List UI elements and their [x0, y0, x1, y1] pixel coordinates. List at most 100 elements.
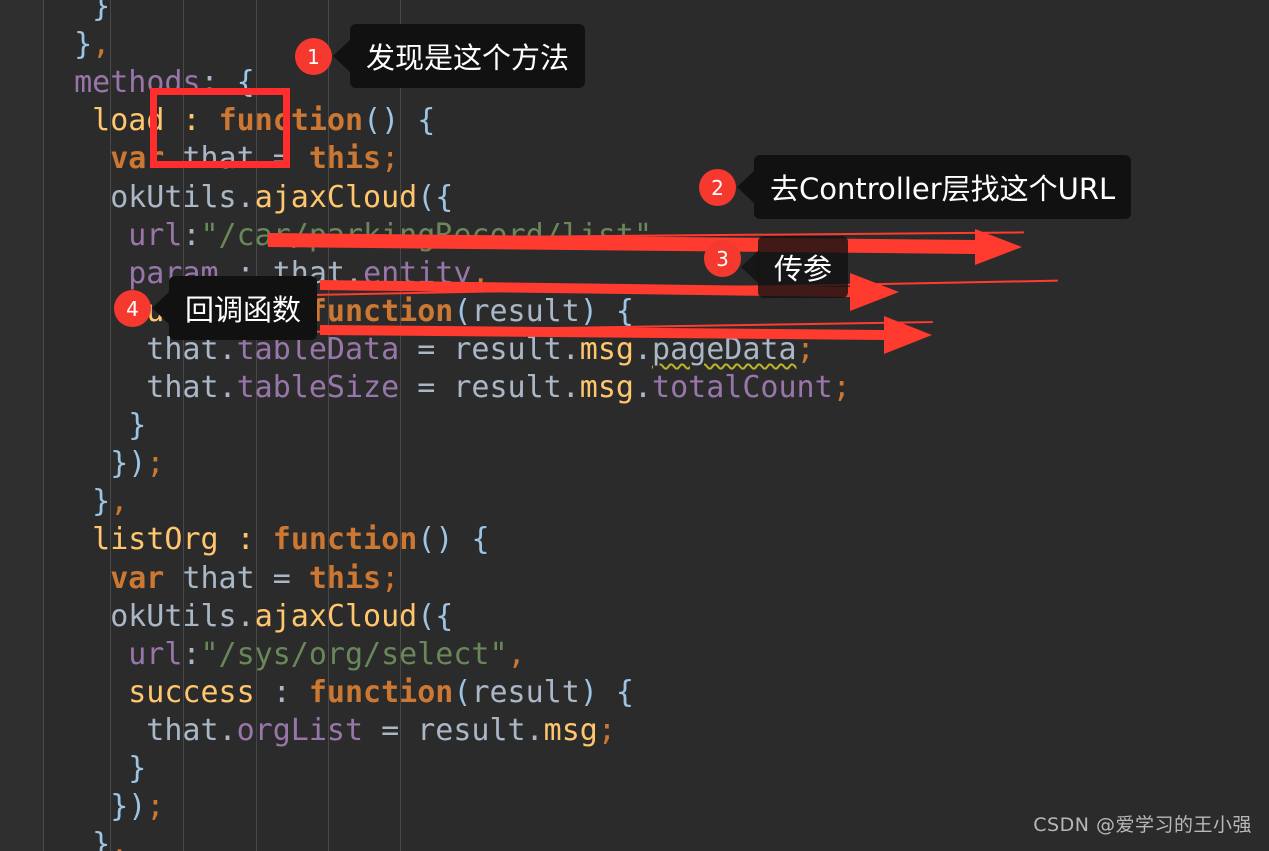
code-line: }, [0, 483, 1269, 521]
code-token: ; [597, 712, 616, 748]
code-token: function [218, 103, 364, 139]
code-editor-content[interactable]: }}, methods: {load : function() {var that… [0, 0, 1269, 851]
code-token: tableData [236, 331, 400, 367]
code-token: okUtils [110, 179, 237, 215]
code-token: : [200, 65, 237, 101]
code-token: , [110, 484, 129, 520]
code-line: url:"/car/parkingRecord/list", [0, 217, 1269, 255]
code-token: { [236, 65, 255, 101]
code-token: } [92, 0, 111, 24]
code-line: that.tableSize = result.msg.totalCount; [0, 369, 1269, 407]
code-token: result [471, 293, 580, 329]
code-token: = [254, 141, 309, 177]
code-token: result [453, 370, 562, 405]
code-line: that.tableData = result.msg.pageData; [0, 331, 1269, 369]
code-token: , [652, 217, 671, 253]
code-token: . [218, 331, 237, 367]
code-token: msg [579, 331, 634, 367]
code-token: that [272, 255, 345, 291]
code-token: that [146, 331, 219, 367]
code-token: ; [832, 370, 851, 405]
code-token: var [110, 560, 165, 596]
code-line: }); [0, 445, 1269, 483]
code-token: ; [796, 331, 815, 367]
code-line: url:"/sys/org/select", [0, 636, 1269, 674]
code-token: tableSize [236, 370, 400, 405]
code-token: = [399, 331, 454, 367]
code-line: success : function(result) { [0, 293, 1269, 331]
code-token: url [128, 217, 183, 253]
code-token: } [128, 408, 147, 444]
code-token: ) { [579, 674, 634, 710]
code-token: that [146, 370, 219, 405]
code-token: () { [363, 103, 436, 139]
code-token: ({ [417, 598, 454, 634]
code-line: load : function() { [0, 102, 1269, 140]
code-token: , [92, 27, 111, 63]
code-token: msg [543, 712, 598, 748]
code-token: . [218, 370, 237, 405]
code-token: }) [110, 446, 147, 482]
code-token: totalCount [652, 370, 833, 405]
screenshot-root: }}, methods: {load : function() {var that… [0, 0, 1269, 851]
code-token: . [236, 598, 255, 634]
code-token: this [308, 560, 382, 596]
code-token: ajaxCloud [254, 598, 418, 634]
code-token: : [182, 217, 201, 253]
code-token: } [92, 484, 111, 520]
code-token: } [74, 27, 93, 63]
code-token: . [561, 331, 580, 367]
code-token: result [471, 674, 580, 710]
code-line: that.orgList = result.msg; [0, 712, 1269, 750]
code-token: . [633, 331, 653, 367]
code-token: okUtils [110, 598, 237, 634]
code-token: , [471, 255, 490, 291]
code-line: listOrg : function() { [0, 521, 1269, 559]
code-token: : [218, 255, 273, 291]
code-token: . [236, 179, 255, 215]
code-token: this [308, 141, 382, 177]
code-token: : [254, 674, 309, 710]
code-token: var [110, 141, 165, 177]
code-token: () { [417, 522, 490, 558]
code-token: ajaxCloud [254, 179, 418, 215]
code-token: ; [381, 560, 400, 596]
code-token: orgList [236, 712, 364, 748]
code-token: = [399, 370, 454, 405]
code-token: "/car/parkingRecord/list" [200, 217, 653, 253]
code-line: } [0, 0, 1269, 26]
code-token: function [308, 293, 454, 329]
code-token: listOrg : [92, 522, 273, 558]
code-token: ( [453, 674, 472, 710]
code-line: okUtils.ajaxCloud({ [0, 598, 1269, 636]
code-token: success [128, 674, 255, 710]
code-token: . [633, 370, 653, 405]
code-line: } [0, 407, 1269, 445]
code-token: methods [74, 65, 201, 101]
code-token: ({ [417, 179, 454, 215]
code-line: var that = this; [0, 140, 1269, 178]
code-token: result [417, 712, 526, 748]
code-token: that [182, 560, 255, 596]
code-token: url [128, 636, 183, 672]
code-token: "/sys/org/select" [200, 636, 508, 672]
code-token: that [182, 141, 255, 177]
code-line: success : function(result) { [0, 674, 1269, 712]
code-token: . [525, 712, 544, 748]
code-token: : [182, 636, 201, 672]
code-token: function [272, 522, 418, 558]
code-token: , [507, 636, 526, 672]
code-token: load : [92, 103, 219, 139]
code-token: function [308, 674, 454, 710]
code-token: }) [110, 789, 147, 825]
code-line: var that = this; [0, 560, 1269, 598]
code-token: = [254, 560, 309, 596]
code-token: ; [381, 141, 400, 177]
code-token: ; [146, 446, 165, 482]
csdn-watermark: CSDN @爱学习的王小强 [1033, 814, 1252, 836]
code-token: . [345, 255, 364, 291]
code-line: } [0, 750, 1269, 788]
code-token: success [128, 293, 255, 329]
code-token: , [110, 827, 129, 851]
